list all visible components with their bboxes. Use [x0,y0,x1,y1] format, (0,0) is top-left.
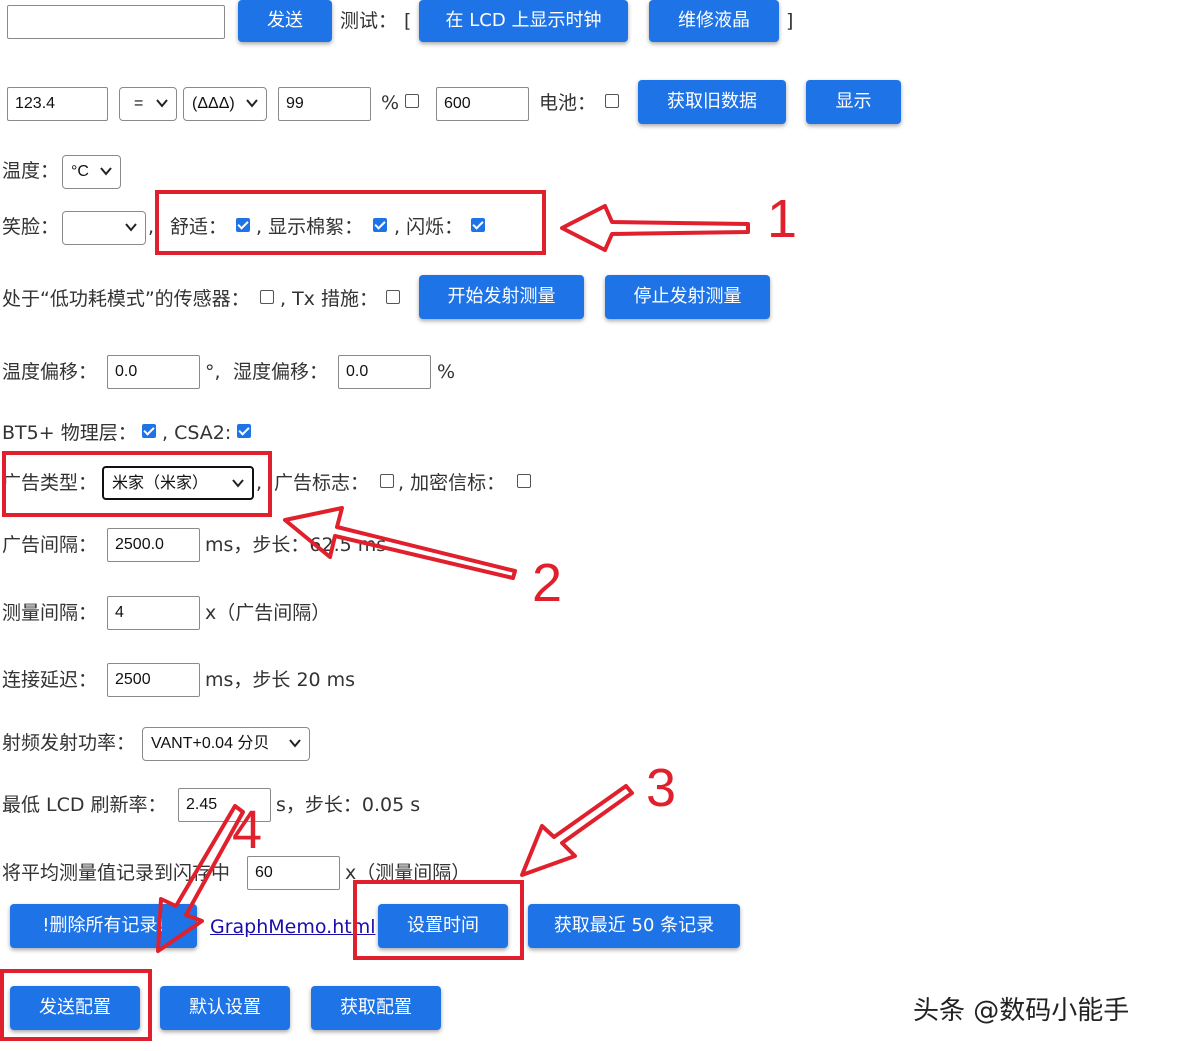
annotation-number-1: 1 [767,189,798,249]
arrow-3 [520,784,634,877]
arrow-2 [283,506,517,580]
watermark: 头条 @数码小能手 [913,996,1130,1026]
annotation-arrows [156,204,750,953]
annotation-number-4: 4 [232,800,263,860]
annotation-number-3: 3 [646,758,677,818]
annotation-number-2: 2 [532,553,563,613]
arrow-1 [560,204,750,252]
arrow-4 [156,804,245,953]
